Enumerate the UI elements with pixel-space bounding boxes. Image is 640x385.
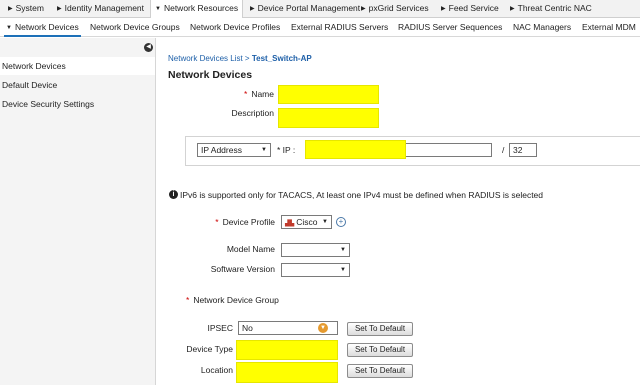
ndg-label-text: Network Device Group — [193, 295, 279, 305]
top-menu-label: Network Resources — [163, 3, 239, 13]
software-version-label: Software Version — [210, 264, 275, 274]
tab-label: External MDM — [582, 22, 636, 32]
tab-external-mdm[interactable]: External MDM — [582, 18, 636, 37]
sub-tab-bar: ▼ Network Devices Network Device Groups N… — [0, 18, 640, 37]
name-field[interactable] — [278, 85, 379, 104]
required-marker: * — [186, 295, 190, 305]
top-menu-system[interactable]: ▶ System — [8, 0, 44, 17]
sidebar-item-device-security-settings[interactable]: Device Security Settings — [0, 95, 155, 113]
ipv6-note: IPv6 is supported only for TACACS, At le… — [180, 190, 544, 200]
sidebar-item-label: Device Security Settings — [2, 99, 95, 109]
chevron-right-icon: ▶ — [57, 6, 62, 12]
tab-network-device-profiles[interactable]: Network Device Profiles — [190, 18, 280, 37]
tab-nac-managers[interactable]: NAC Managers — [513, 18, 571, 37]
device-profile-select[interactable]: ▟▙ Cisco ▼ — [281, 215, 332, 229]
device-type-set-default-button[interactable]: Set To Default — [347, 343, 413, 357]
top-menu-label: Device Portal Management — [257, 3, 361, 13]
ipsec-label: IPSEC — [207, 323, 233, 333]
tab-label: External RADIUS Servers — [291, 22, 389, 32]
tab-label: NAC Managers — [513, 22, 572, 32]
tab-external-radius-servers[interactable]: External RADIUS Servers — [291, 18, 388, 37]
chevron-down-icon: ▼ — [6, 25, 12, 31]
cisco-logo-icon: ▟▙ — [285, 221, 295, 227]
breadcrumb-parent-link[interactable]: Network Devices List — [168, 54, 243, 63]
required-marker: * — [215, 217, 219, 227]
top-menu-pxgrid-services[interactable]: ▶ pxGrid Services — [361, 0, 429, 17]
top-menu-identity-management[interactable]: ▶ Identity Management — [57, 0, 144, 17]
ip-field-highlight — [305, 140, 406, 159]
ipsec-value: No — [242, 323, 253, 333]
device-type-label: Device Type — [186, 344, 233, 354]
location-label: Location — [200, 365, 233, 375]
ip-type-select[interactable]: IP Address ▼ — [197, 143, 271, 157]
mask-separator: / — [502, 145, 505, 155]
chevron-down-icon[interactable]: ▼ — [318, 323, 328, 333]
top-menu-label: Feed Service — [448, 3, 499, 13]
tab-network-device-groups[interactable]: Network Device Groups — [90, 18, 180, 37]
top-menu-threat-centric-nac[interactable]: ▶ Threat Centric NAC — [510, 0, 592, 17]
chevron-down-icon: ▼ — [261, 147, 267, 153]
top-menu-bar: ▶ System ▶ Identity Management ▼ Network Re… — [0, 0, 640, 19]
model-name-label: Model Name — [226, 244, 275, 254]
required-marker: * — [244, 89, 248, 99]
info-icon: i — [169, 190, 178, 199]
top-menu-label: Identity Management — [64, 3, 145, 13]
tab-label: Network Devices — [14, 22, 79, 32]
name-label-text: Name — [251, 89, 274, 99]
software-version-select[interactable]: ▼ — [281, 263, 350, 277]
model-name-select[interactable]: ▼ — [281, 243, 350, 257]
subnet-mask-input[interactable]: 32 — [509, 143, 537, 157]
location-field[interactable] — [236, 362, 338, 383]
chevron-down-icon: ▼ — [340, 267, 346, 273]
breadcrumb-separator: > — [244, 54, 250, 63]
breadcrumb: Network Devices List > Test_Switch-AP — [168, 54, 312, 63]
description-label: Description — [231, 108, 274, 118]
top-menu-feed-service[interactable]: ▶ Feed Service — [441, 0, 499, 17]
tab-network-devices[interactable]: ▼ Network Devices — [4, 18, 81, 37]
tab-label: RADIUS Server Sequences — [398, 22, 503, 32]
device-profile-label-text: Device Profile — [222, 217, 275, 227]
sidebar-item-label: Default Device — [2, 80, 58, 90]
ip-label: * IP : — [277, 145, 296, 155]
chevron-right-icon: ▶ — [250, 6, 255, 12]
name-label: * Name — [236, 89, 274, 99]
location-set-default-button[interactable]: Set To Default — [347, 364, 413, 378]
collapse-sidebar-icon[interactable]: ◀ — [144, 43, 153, 52]
device-profile-value: Cisco — [296, 217, 318, 227]
top-menu-label: Threat Centric NAC — [517, 3, 592, 13]
sidebar: Network Devices Default Device Device Se… — [0, 38, 156, 385]
chevron-right-icon: ▶ — [8, 6, 13, 12]
add-profile-icon[interactable]: + — [336, 217, 346, 227]
sidebar-item-network-devices[interactable]: Network Devices — [0, 57, 155, 75]
device-type-field[interactable] — [236, 340, 338, 360]
page-title: Network Devices — [168, 69, 253, 81]
top-menu-device-portal-management[interactable]: ▶ Device Portal Management — [250, 0, 360, 17]
tab-label: Network Device Groups — [90, 22, 180, 32]
chevron-right-icon: ▶ — [441, 6, 446, 12]
network-device-group-label: * Network Device Group — [186, 295, 279, 305]
chevron-down-icon: ▼ — [155, 6, 161, 12]
chevron-right-icon: ▶ — [361, 6, 366, 12]
sidebar-item-label: Network Devices — [2, 61, 66, 71]
chevron-down-icon: ▼ — [340, 247, 346, 253]
tab-radius-server-sequences[interactable]: RADIUS Server Sequences — [398, 18, 502, 37]
chevron-down-icon: ▼ — [322, 219, 328, 225]
top-menu-network-resources[interactable]: ▼ Network Resources — [150, 0, 244, 19]
top-menu-label: System — [15, 3, 44, 13]
chevron-right-icon: ▶ — [510, 6, 515, 12]
sidebar-item-default-device[interactable]: Default Device — [0, 76, 155, 94]
top-menu-label: pxGrid Services — [368, 3, 429, 13]
ipsec-set-default-button[interactable]: Set To Default — [347, 322, 413, 336]
ip-type-value: IP Address — [201, 145, 242, 155]
device-profile-label: * Device Profile — [210, 217, 275, 227]
tab-label: Network Device Profiles — [190, 22, 281, 32]
breadcrumb-current: Test_Switch-AP — [251, 54, 312, 63]
description-field[interactable] — [278, 108, 379, 128]
